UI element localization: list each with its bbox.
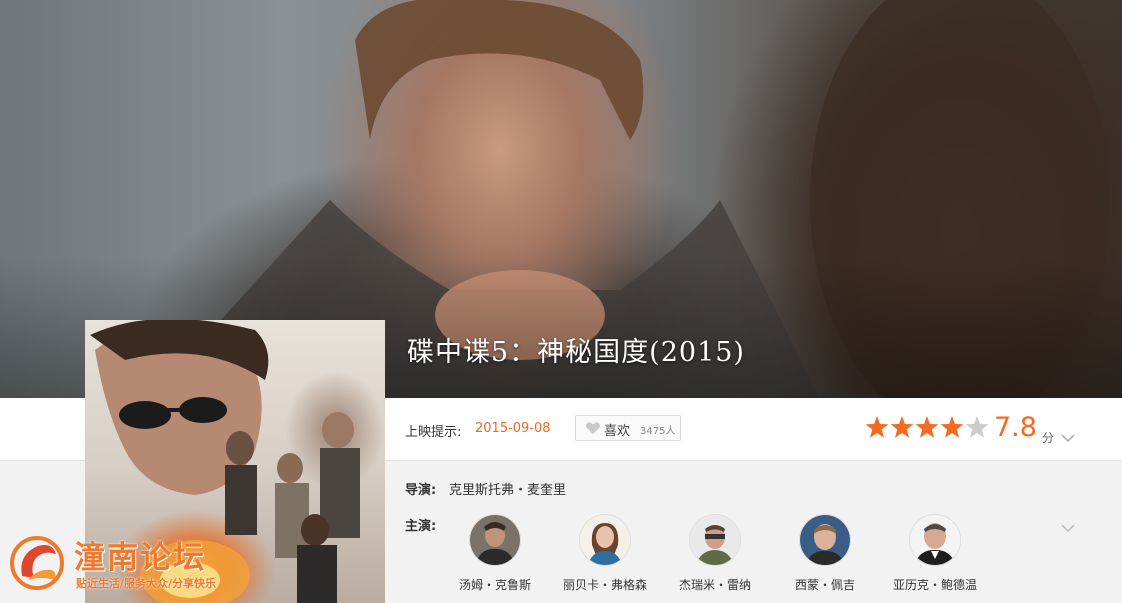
cast-name: 西蒙・佩吉	[794, 578, 855, 592]
star-icon	[865, 416, 889, 438]
cast-member[interactable]: 杰瑞米・雷纳	[660, 514, 770, 593]
release-date: 2015-09-08	[475, 421, 551, 436]
movie-title: 碟中谍5：神秘国度(2015)	[407, 337, 745, 368]
cast-name: 丽贝卡・弗格森	[562, 578, 647, 592]
cast-name: 亚历克・鲍德温	[892, 578, 977, 592]
forum-watermark: 潼南论坛 贴近生活/服务大众/分享快乐	[8, 530, 258, 596]
chevron-down-icon[interactable]	[1061, 433, 1075, 443]
cast-name: 杰瑞米・雷纳	[678, 578, 751, 592]
like-button[interactable]: 喜欢 3475人	[575, 415, 681, 441]
like-label: 喜欢	[604, 424, 631, 439]
forum-logo-icon	[10, 536, 64, 590]
forum-title: 潼南论坛	[74, 540, 206, 576]
forum-subtitle: 贴近生活/服务大众/分享快乐	[76, 577, 217, 590]
heart-icon	[586, 422, 600, 434]
avatar	[469, 514, 521, 566]
chevron-down-icon[interactable]	[1061, 523, 1075, 533]
release-label: 上映提示:	[405, 425, 462, 440]
cast-member[interactable]: 亚历克・鲍德温	[880, 514, 990, 593]
star-icon	[965, 416, 989, 438]
cast-label: 主演:	[405, 519, 437, 534]
cast-member[interactable]: 汤姆・克鲁斯	[440, 514, 550, 593]
avatar	[689, 514, 741, 566]
avatar	[799, 514, 851, 566]
like-count: 3475人	[640, 426, 676, 437]
avatar	[579, 514, 631, 566]
rating-unit: 分	[1042, 431, 1055, 445]
rating-score: 7.8	[994, 412, 1037, 443]
director-name[interactable]: 克里斯托弗・麦奎里	[449, 479, 566, 498]
star-icon	[915, 416, 939, 438]
star-icon	[940, 416, 964, 438]
avatar	[909, 514, 961, 566]
cast-member[interactable]: 丽贝卡・弗格森	[550, 514, 660, 593]
rating-stars	[865, 416, 989, 438]
cast-name: 汤姆・克鲁斯	[458, 578, 531, 592]
director-label: 导演:	[405, 483, 437, 498]
star-icon	[890, 416, 914, 438]
cast-member[interactable]: 西蒙・佩吉	[770, 514, 880, 593]
